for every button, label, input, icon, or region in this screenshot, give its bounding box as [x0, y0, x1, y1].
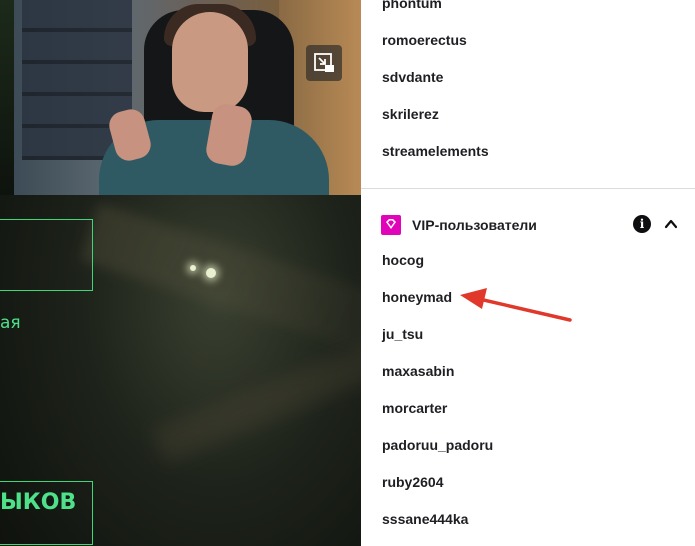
- vip-user-item[interactable]: hocog: [382, 252, 424, 268]
- vip-user-item[interactable]: morcarter: [382, 400, 447, 416]
- game-hud-text: ЫКОВ: [0, 490, 77, 515]
- viewer-list-panel: phontum romoerectus sdvdante skrilerez s…: [361, 0, 695, 546]
- vip-user-item[interactable]: ju_tsu: [382, 326, 423, 342]
- viewer-item[interactable]: phontum: [382, 0, 442, 11]
- vip-user-item[interactable]: maxasabin: [382, 363, 454, 379]
- webcam-feed: [14, 0, 361, 195]
- game-hud-box: [0, 219, 93, 291]
- vip-user-item[interactable]: ruby2604: [382, 474, 443, 490]
- vip-user-item[interactable]: sssane444ka: [382, 511, 468, 527]
- popout-player-button[interactable]: [306, 45, 342, 81]
- light-glow: [190, 265, 196, 271]
- viewer-item[interactable]: skrilerez: [382, 106, 439, 122]
- streamer-face: [172, 12, 248, 112]
- vip-badge-icon: [381, 215, 401, 235]
- vip-section-title: VIP-пользователи: [412, 217, 537, 233]
- viewer-item[interactable]: romoerectus: [382, 32, 467, 48]
- viewer-item[interactable]: sdvdante: [382, 69, 443, 85]
- light-glow: [206, 268, 216, 278]
- stream-edge: [0, 0, 14, 195]
- vip-section-header[interactable]: VIP-пользователи i: [381, 214, 681, 236]
- popout-icon: [314, 53, 334, 72]
- section-divider: [361, 188, 695, 189]
- game-hud-text: ая: [0, 313, 21, 333]
- vip-user-item[interactable]: honeymad: [382, 289, 452, 305]
- chevron-up-icon[interactable]: [663, 216, 679, 232]
- viewer-item[interactable]: streamelements: [382, 143, 489, 159]
- vip-user-item[interactable]: padoruu_padoru: [382, 437, 493, 453]
- info-icon[interactable]: i: [633, 215, 651, 233]
